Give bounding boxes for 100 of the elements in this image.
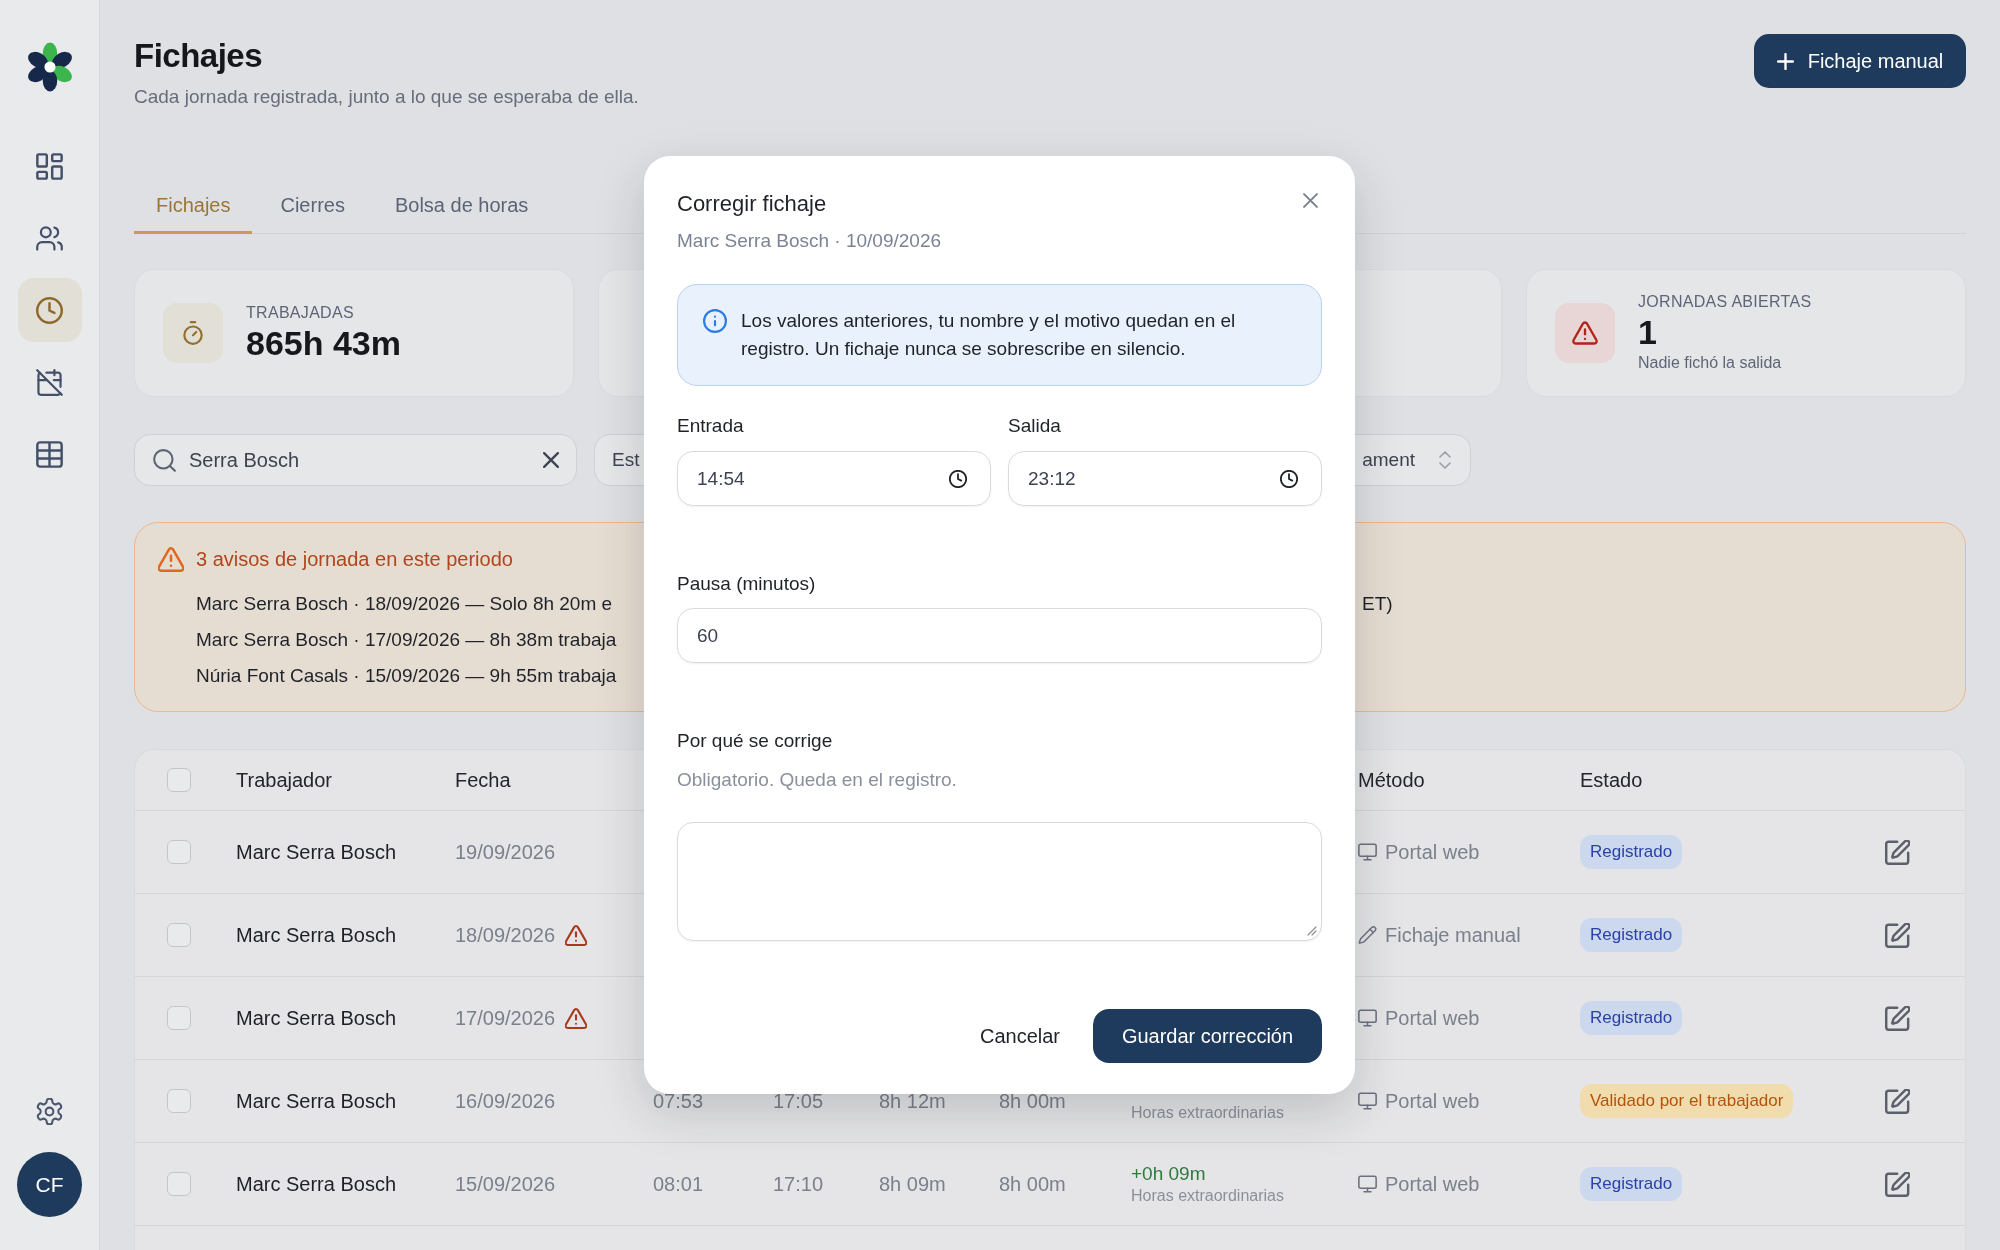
- column-header: Fecha: [455, 768, 511, 791]
- resize-grip-icon[interactable]: [1307, 926, 1317, 936]
- table-icon: [36, 440, 63, 468]
- worker-name: Marc Serra Bosch: [236, 923, 397, 946]
- row-checkbox[interactable]: [167, 1006, 191, 1030]
- monitor-icon: [1358, 843, 1377, 861]
- dashboard-icon: [36, 152, 63, 180]
- time-field[interactable]: 14:54: [677, 451, 991, 506]
- close-icon[interactable]: [1303, 192, 1318, 208]
- worker-name: Marc Serra Bosch: [236, 1172, 397, 1195]
- flower-logo: [26, 42, 73, 92]
- date-cell: 17/09/2026: [455, 1006, 556, 1030]
- method-label: Fichaje manual: [1385, 923, 1521, 947]
- tab[interactable]: Cierres: [258, 180, 367, 234]
- clock-icon: [1280, 469, 1298, 488]
- warning-icon: [158, 546, 184, 572]
- warning-line: Marc Serra Bosch · 17/09/2026 — 8h 38m trabaja: [196, 629, 617, 650]
- stat-label: JORNADAS ABIERTAS: [1638, 292, 1812, 312]
- row-checkbox[interactable]: [167, 1089, 191, 1113]
- save-button[interactable]: Guardar corrección: [1093, 1009, 1322, 1063]
- nav-item[interactable]: [17, 278, 82, 342]
- field-label: Por qué se corrige: [677, 729, 833, 753]
- time-cell: 17:10: [773, 1172, 824, 1195]
- date-cell: 16/09/2026: [455, 1089, 556, 1113]
- search-field[interactable]: Serra Bosch: [134, 434, 577, 486]
- edit-icon[interactable]: [1885, 1171, 1910, 1197]
- warning-line-end: ET): [1362, 593, 1393, 614]
- edit-icon[interactable]: [1885, 922, 1910, 948]
- field-hint: Obligatorio. Queda en el registro.: [677, 768, 957, 792]
- row-checkbox[interactable]: [167, 840, 191, 864]
- search-icon: [153, 448, 176, 472]
- difference-note: Horas extraordinarias: [1131, 1103, 1284, 1123]
- field-label: Pausa (minutos): [677, 572, 816, 596]
- status-badge: Validado por el trabajador: [1580, 1084, 1794, 1118]
- clear-icon[interactable]: [543, 452, 559, 468]
- dialog-subtitle: Marc Serra Bosch · 10/09/2026: [677, 229, 942, 253]
- status-badge: Registrado: [1580, 1167, 1683, 1201]
- status-badge: Registrado: [1580, 918, 1683, 952]
- row-checkbox[interactable]: [167, 1172, 191, 1196]
- column-header: Método: [1358, 768, 1425, 791]
- difference-value: +0h 09m: [1131, 1162, 1206, 1186]
- difference-note: Horas extraordinarias: [1131, 1186, 1284, 1206]
- stat-note: Nadie fichó la salida: [1638, 353, 1782, 373]
- info-text: Los valores anteriores, tu nombre y el motivo quedan en el registro. Un fichaje nunca se sobrescribe en silencio.: [741, 309, 1237, 361]
- field-label: Entrada: [677, 414, 744, 438]
- field-label: Salida: [1008, 414, 1061, 438]
- users-icon: [36, 224, 63, 252]
- duration-cell: 8h 09m: [879, 1172, 946, 1195]
- edit-icon[interactable]: [1885, 1088, 1910, 1114]
- date-cell: 15/09/2026: [455, 1172, 556, 1196]
- date-cell: 18/09/2026: [455, 923, 556, 947]
- warning-icon: [1555, 303, 1615, 363]
- warning-line: Marc Serra Bosch · 18/09/2026 — Solo 8h 20m e: [196, 593, 613, 614]
- status-badge: Registrado: [1580, 1001, 1683, 1035]
- worker-name: Marc Serra Bosch: [236, 840, 397, 863]
- edit-icon[interactable]: [1885, 1005, 1910, 1031]
- settings-icon[interactable]: [36, 1098, 63, 1125]
- time-cell: 07:53: [653, 1089, 704, 1112]
- clock-icon: [36, 296, 63, 324]
- method-label: Portal web: [1385, 1172, 1480, 1196]
- stat-label: TRABAJADAS: [246, 303, 354, 323]
- time-cell: 17:05: [773, 1089, 824, 1112]
- monitor-icon: [1358, 1092, 1377, 1110]
- clock-icon: [949, 469, 967, 488]
- plus-icon: [1776, 52, 1794, 70]
- chevron-up-down-icon: [1439, 451, 1451, 469]
- manual-entry-button[interactable]: Fichaje manual: [1754, 34, 1966, 88]
- warning-line: Núria Font Casals · 15/09/2026 — 9h 55m trabaja: [196, 665, 617, 686]
- warning-title: 3 avisos de jornada en este periodo: [196, 547, 513, 571]
- time-field[interactable]: 23:12: [1008, 451, 1322, 506]
- monitor-icon: [1358, 1009, 1377, 1027]
- date-cell: 19/09/2026: [455, 840, 556, 864]
- column-header: Estado: [1580, 768, 1643, 791]
- worker-name: Marc Serra Bosch: [236, 1006, 397, 1029]
- monitor-icon: [1358, 1175, 1377, 1193]
- row-checkbox[interactable]: [167, 923, 191, 947]
- user-avatar[interactable]: CF: [17, 1152, 82, 1217]
- page-title: Fichajes: [134, 36, 263, 76]
- method-label: Portal web: [1385, 1089, 1480, 1113]
- duration-cell: 8h 12m: [879, 1089, 946, 1112]
- number-field[interactable]: 60: [677, 608, 1322, 663]
- stat-value: 865h 43m: [246, 323, 401, 363]
- cancel-button[interactable]: Cancelar: [963, 1009, 1076, 1063]
- duration-cell: 8h 00m: [999, 1089, 1066, 1112]
- time-cell: 08:01: [653, 1172, 704, 1195]
- tab[interactable]: Bolsa de horas: [372, 180, 551, 234]
- calendar-off-icon: [36, 368, 63, 396]
- dialog-title: Corregir fichaje: [677, 191, 827, 217]
- method-label: Portal web: [1385, 1006, 1480, 1030]
- select-all-checkbox[interactable]: [167, 768, 191, 792]
- page-subtitle: Cada jornada registrada, junto a lo que se esperaba de ella.: [134, 85, 639, 109]
- worker-name: Marc Serra Bosch: [236, 1089, 397, 1112]
- info-icon: [703, 309, 727, 333]
- stat-value: 1: [1638, 312, 1657, 352]
- stopwatch-icon: [163, 303, 223, 363]
- edit-icon[interactable]: [1885, 839, 1910, 865]
- status-badge: Registrado: [1580, 835, 1683, 869]
- duration-cell: 8h 00m: [999, 1172, 1066, 1195]
- pencil-icon: [1358, 926, 1377, 944]
- method-label: Portal web: [1385, 840, 1480, 864]
